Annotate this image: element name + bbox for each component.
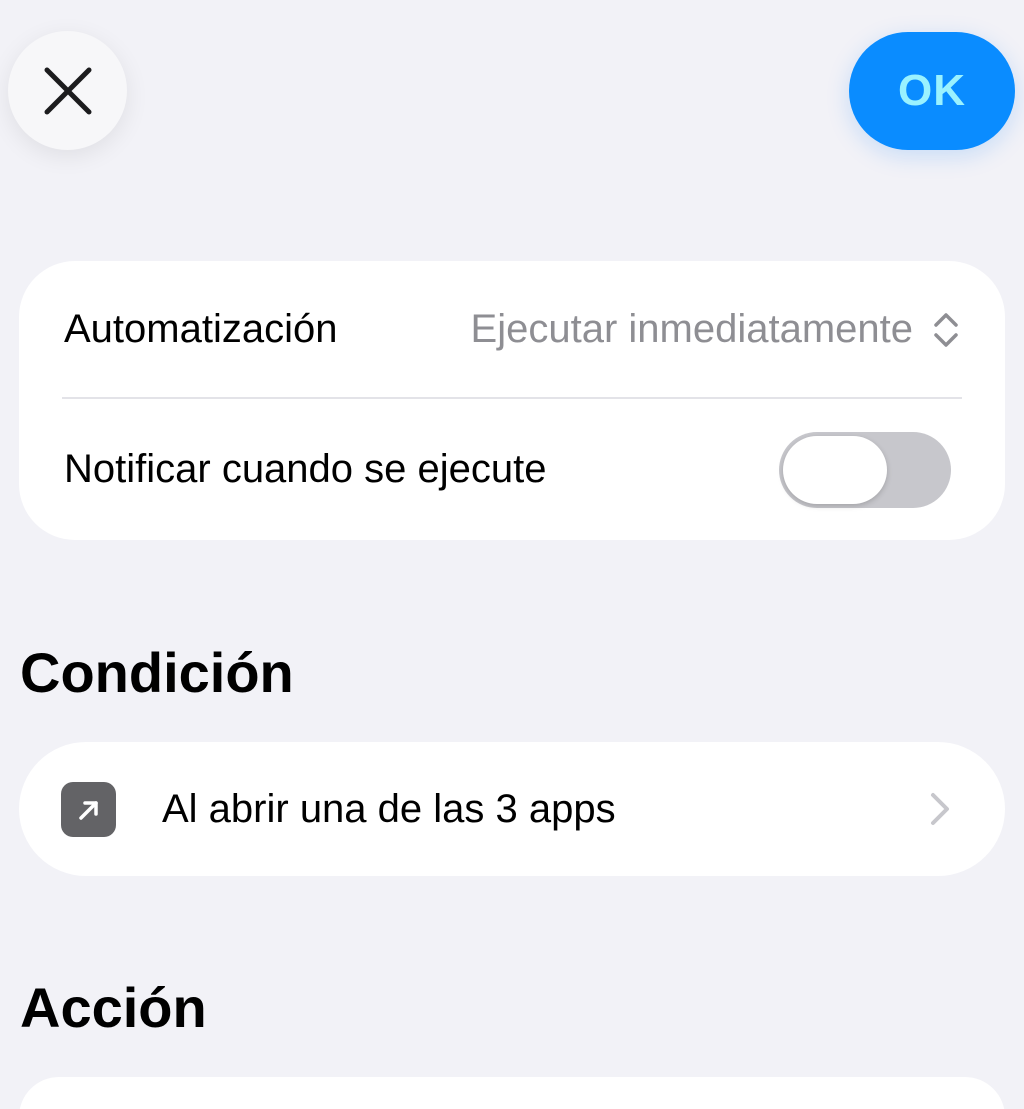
sheet-top (0, 0, 1024, 30)
close-icon (44, 67, 91, 114)
condition-card: Al abrir una de las 3 apps (19, 742, 1005, 876)
toggle-knob (783, 435, 887, 504)
ok-button[interactable]: OK (849, 32, 1015, 150)
chevron-up-down-icon (934, 312, 958, 347)
notify-toggle[interactable] (779, 431, 951, 508)
automation-editor-sheet: OK Automatización Ejecutar inmediatament… (0, 0, 1024, 1109)
notify-label: Notificar cuando se ejecute (64, 447, 547, 491)
settings-card: Automatización Ejecutar inmediatamente N… (19, 261, 1005, 540)
automation-mode-row[interactable]: Automatización Ejecutar inmediatamente (19, 261, 1005, 398)
condition-item-label: Al abrir una de las 3 apps (162, 786, 616, 831)
action-section-title: Acción (20, 976, 207, 1039)
close-button[interactable] (8, 31, 127, 150)
arrow-up-right-icon (61, 782, 116, 837)
automation-value[interactable]: Ejecutar inmediatamente (471, 307, 913, 352)
chevron-right-icon (931, 793, 949, 825)
automation-label: Automatización (64, 307, 338, 351)
condition-item[interactable]: Al abrir una de las 3 apps (19, 742, 1005, 876)
ok-button-label: OK (898, 66, 966, 115)
notify-row: Notificar cuando se ejecute (19, 399, 1005, 540)
action-card (19, 1077, 1005, 1109)
condition-section-title: Condición (20, 641, 294, 704)
